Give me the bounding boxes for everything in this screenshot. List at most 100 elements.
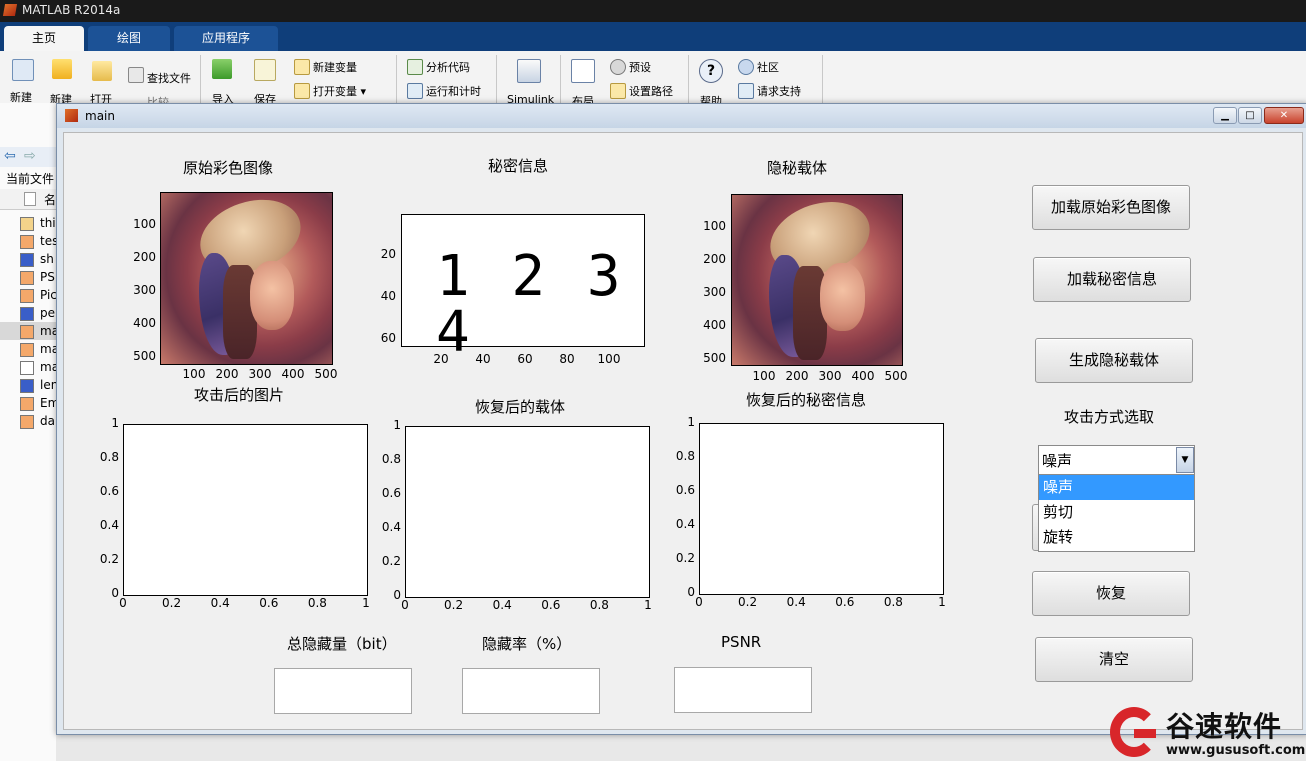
file-list-item[interactable]: PS [20,268,56,286]
maximize-button[interactable]: □ [1238,107,1262,124]
community-icon[interactable] [738,59,754,75]
new-variable-button[interactable]: 新建变量 [313,59,357,75]
import-icon[interactable] [212,59,232,79]
axis-tick-label: 500 [884,369,908,383]
axis-tick-label: 0.4 [381,520,401,534]
forward-arrow-icon[interactable]: ⇨ [24,148,36,164]
axis-tick-label: 100 [752,369,776,383]
file-list-item[interactable]: Em [20,394,59,412]
load-original-button[interactable]: 加载原始彩色图像 [1032,185,1190,230]
help-icon[interactable]: ? [699,59,723,83]
matlab-tab-bar: 主页 绘图 应用程序 [0,22,1306,51]
attack-option-crop[interactable]: 剪切 [1039,500,1194,525]
simulink-icon[interactable] [517,59,541,83]
axis-tick-label: 1 [644,598,652,612]
clear-button[interactable]: 清空 [1035,637,1193,682]
find-files-button[interactable]: 查找文件 [147,70,191,86]
gear-icon[interactable] [610,59,626,75]
save-workspace-icon[interactable] [254,59,276,81]
open-variable-icon[interactable] [294,83,310,99]
axis-tick-label: 200 [133,250,156,264]
recovered-secret-axes [699,423,944,595]
file-name: PS [40,270,55,284]
set-path-icon[interactable] [610,83,626,99]
axis-tick-label: 400 [281,367,305,381]
tab-home[interactable]: 主页 [4,26,84,51]
tab-plots[interactable]: 绘图 [88,26,170,51]
axis-tick-label: 0.8 [99,450,119,464]
watermark-url: www.gususoft.com [1166,743,1306,758]
run-and-time-icon[interactable] [407,83,423,99]
file-name: pe [40,306,55,320]
file-list-item[interactable]: sh [20,250,56,268]
analyze-code-icon[interactable] [407,59,423,75]
file-list-item[interactable]: Pic [20,286,57,304]
hiding-rate-label: 隐藏率（%） [482,635,572,653]
find-files-icon[interactable] [128,67,144,83]
hiding-rate-field[interactable] [462,668,600,714]
analyze-code-button[interactable]: 分析代码 [426,59,470,75]
file-list-item[interactable]: tes [20,232,58,250]
new-variable-icon[interactable] [294,59,310,75]
preferences-button[interactable]: 预设 [629,59,651,75]
set-path-button[interactable]: 设置路径 [629,83,673,99]
file-list-item[interactable]: ma [20,358,59,376]
file-list-item[interactable]: thi [20,214,56,232]
run-and-time-button[interactable]: 运行和计时 [426,83,481,99]
attack-method-select[interactable]: 噪声 ▼ [1038,445,1195,475]
matlab-title: MATLAB R2014a [22,3,121,17]
community-link[interactable]: 社区 [757,59,779,75]
layout-icon[interactable] [571,59,595,83]
axis-tick-label: 0 [119,596,127,610]
axis-tick-label: 20 [433,352,449,366]
psnr-field[interactable] [674,667,812,713]
secret-info-title: 秘密信息 [488,157,549,175]
recover-button[interactable]: 恢复 [1032,571,1190,616]
axis-tick-label: 500 [133,349,156,363]
axis-tick-label: 200 [215,367,239,381]
new-plus-icon[interactable] [52,59,72,79]
file-list-item[interactable]: ma [20,340,59,358]
original-image [160,192,333,365]
total-hidden-label: 总隐藏量（bit） [287,635,397,653]
file-m-icon [20,325,34,339]
axis-tick-label: 400 [851,369,875,383]
attacked-image-title: 攻击后的图片 [194,386,285,404]
axis-tick-label: 300 [133,283,156,297]
axis-tick-label: 0.4 [786,595,806,609]
total-hidden-field[interactable] [274,668,412,714]
open-folder-icon[interactable] [92,61,112,81]
request-support-icon[interactable] [738,83,754,99]
file-m-icon [20,289,34,303]
axis-tick-label: 1 [362,596,370,610]
back-arrow-icon[interactable]: ⇦ [4,148,16,164]
attack-option-noise[interactable]: 噪声 [1039,475,1194,500]
tab-apps[interactable]: 应用程序 [174,26,278,51]
close-button[interactable]: ✕ [1264,107,1304,124]
load-secret-button[interactable]: 加载秘密信息 [1033,257,1191,302]
generate-stego-button[interactable]: 生成隐秘载体 [1035,338,1193,383]
file-fig-icon [20,217,34,231]
axis-tick-label: 1 [938,595,946,609]
axis-tick-label: 40 [380,289,396,303]
new-script-icon[interactable] [12,59,34,81]
axis-tick-label: 0.4 [210,596,230,610]
attack-select-value: 噪声 [1042,452,1073,470]
open-variable-button[interactable]: 打开变量 ▾ [313,83,366,99]
chevron-down-icon[interactable]: ▼ [1176,447,1194,473]
axis-tick-label: 500 [314,367,338,381]
file-list-item[interactable]: da [20,412,56,430]
secret-info-axes: 1 2 3 4 [401,214,645,361]
file-list-item[interactable]: len [20,376,58,394]
axis-tick-label: 20 [380,247,396,261]
file-header-icon [24,192,36,206]
attack-option-rotate[interactable]: 旋转 [1039,525,1194,550]
minimize-button[interactable]: ▁ [1213,107,1237,124]
file-bmp-icon [20,253,34,267]
file-list-item[interactable]: ma [0,322,59,340]
axis-tick-label: 80 [559,352,575,366]
file-list-header[interactable]: 名 [0,189,56,210]
file-txt-icon [20,361,34,375]
request-support-link[interactable]: 请求支持 [757,83,801,99]
file-list-item[interactable]: pe [20,304,56,322]
